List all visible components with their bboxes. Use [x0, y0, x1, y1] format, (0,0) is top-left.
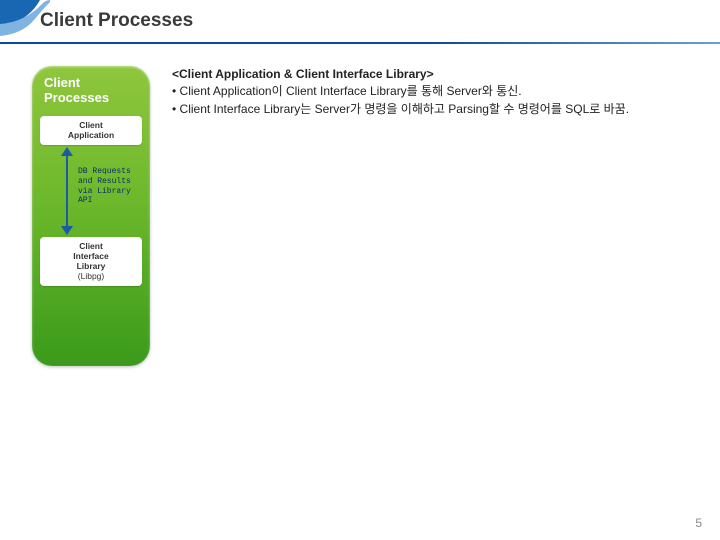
box-top-line2: Application: [42, 131, 140, 141]
header-underline: [0, 42, 720, 44]
page-title: Client Processes: [40, 10, 193, 32]
arrow-down-icon: [61, 226, 73, 235]
desc-heading: <Client Application & Client Interface L…: [172, 66, 700, 83]
client-processes-panel: Client Processes Client Application DB R…: [32, 66, 150, 366]
client-interface-library-box: Client Interface Library (Libpg): [40, 237, 142, 286]
client-application-box: Client Application: [40, 116, 142, 146]
content-area: Client Processes Client Application DB R…: [32, 66, 700, 366]
arrow-line: [66, 153, 68, 229]
connector: DB Requests and Results via Library API: [40, 145, 142, 237]
page-number: 5: [695, 516, 702, 530]
panel-title-line1: Client: [44, 75, 80, 90]
panel-title-line2: Processes: [44, 90, 109, 105]
desc-bullet-2: • Client Interface Library는 Server가 명령을 …: [172, 101, 700, 118]
description: <Client Application & Client Interface L…: [172, 66, 700, 366]
connector-label: DB Requests and Results via Library API: [78, 167, 138, 205]
desc-bullet-1: • Client Application이 Client Interface L…: [172, 83, 700, 100]
box-bottom-line4: (Libpg): [42, 272, 140, 282]
panel-title: Client Processes: [40, 74, 142, 114]
slide-header: Client Processes: [0, 0, 720, 50]
